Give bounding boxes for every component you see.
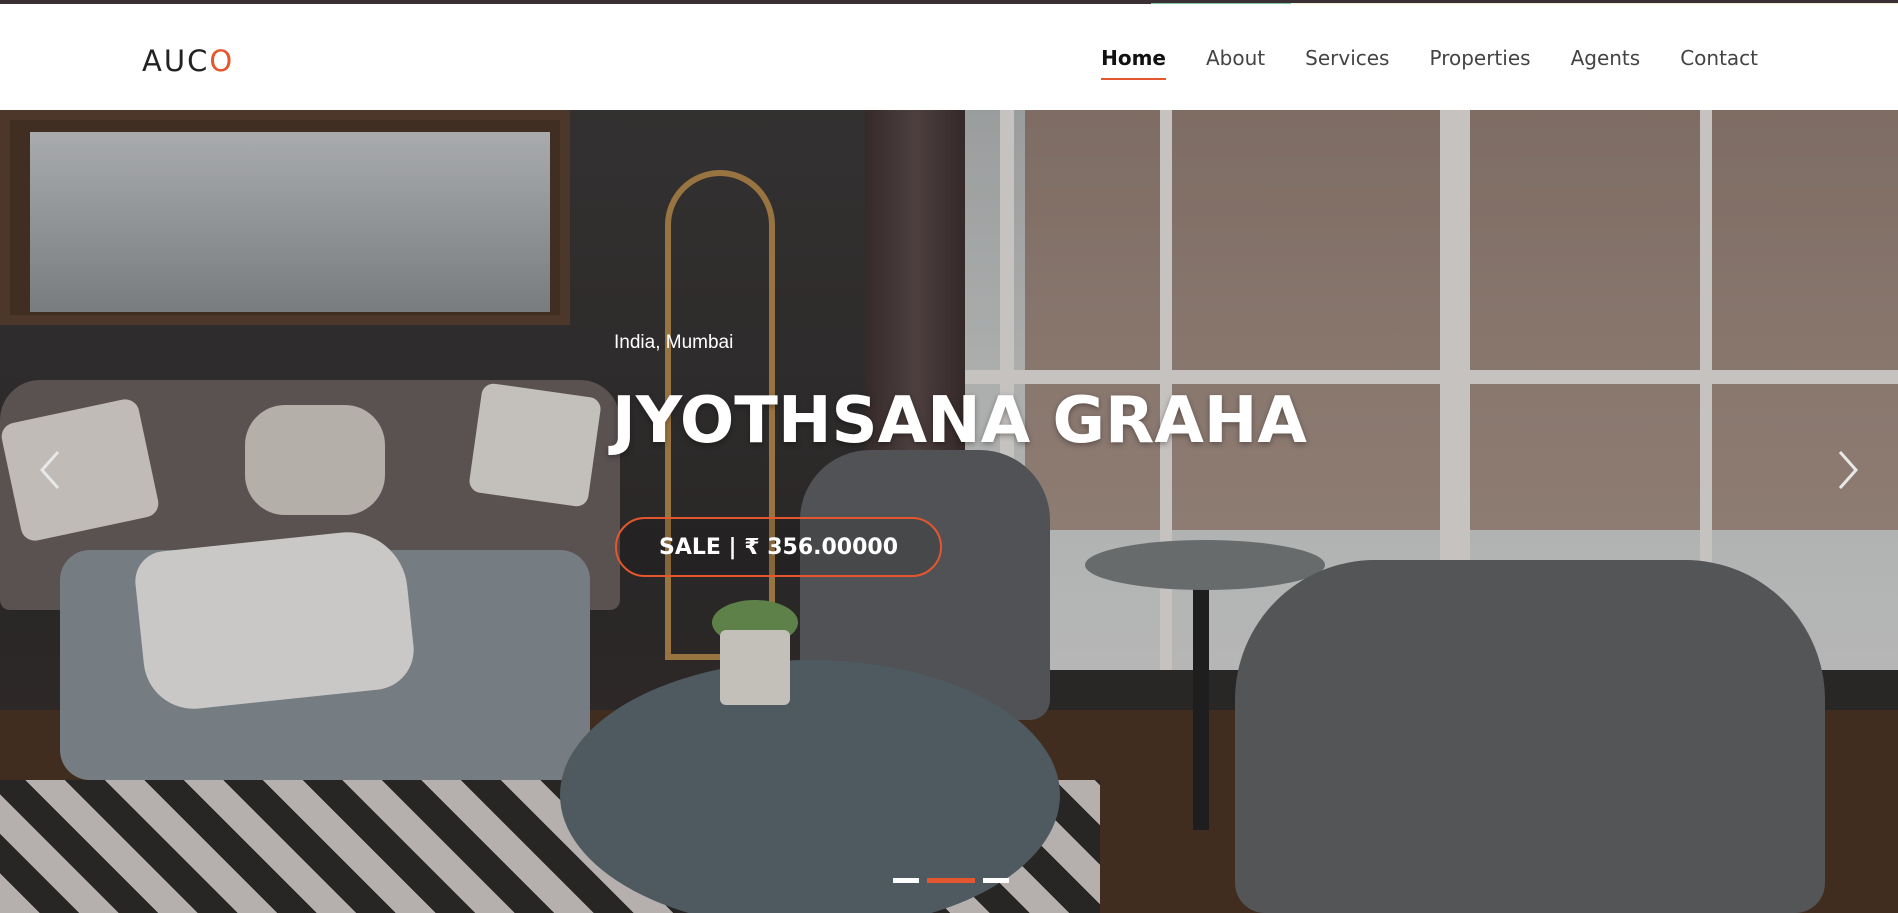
logo-text: AUC (142, 44, 210, 78)
chevron-left-icon (39, 451, 60, 489)
hero-slider: India, Mumbai JYOTHSANA GRAHA SALE | ₹ 3… (0, 110, 1898, 913)
nav-item-services[interactable]: Services (1305, 46, 1389, 80)
nav-item-home[interactable]: Home (1101, 46, 1166, 80)
slide-indicator[interactable] (893, 878, 919, 883)
property-title: JYOTHSANA GRAHA (612, 384, 1307, 458)
logo-accent-letter: O (209, 44, 235, 78)
property-location: India, Mumbai (614, 332, 734, 353)
nav-item-agents[interactable]: Agents (1571, 46, 1641, 80)
slider-next-button[interactable] (1828, 440, 1868, 500)
sale-price-button[interactable]: SALE | ₹ 356.00000 (615, 517, 942, 577)
slide-indicator[interactable] (983, 878, 1009, 883)
brand-logo[interactable]: AUCO (142, 44, 235, 78)
nav-item-contact[interactable]: Contact (1680, 46, 1758, 80)
chevron-right-icon (1838, 451, 1859, 489)
main-nav: Home About Services Properties Agents Co… (1061, 46, 1758, 80)
nav-item-properties[interactable]: Properties (1429, 46, 1530, 80)
nav-item-about[interactable]: About (1206, 46, 1265, 80)
slide-indicator-active[interactable] (927, 878, 975, 883)
site-header: AUCO Home About Services Properties Agen… (0, 4, 1898, 110)
slider-indicators (893, 878, 1009, 883)
hero-background-image (0, 110, 1898, 913)
slider-prev-button[interactable] (30, 440, 70, 500)
